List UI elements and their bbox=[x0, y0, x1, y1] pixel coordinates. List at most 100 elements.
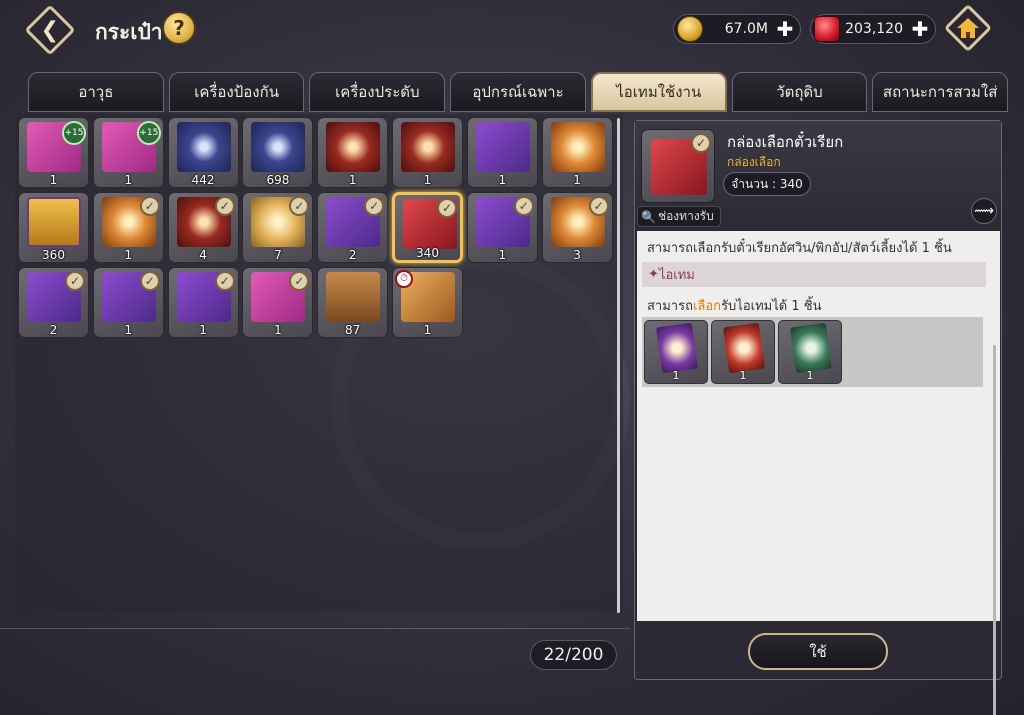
check-icon: ✓ bbox=[65, 271, 85, 291]
inventory-item[interactable]: ✓ 1 bbox=[92, 267, 164, 338]
inventory-item[interactable]: ✓ 2 bbox=[317, 192, 389, 263]
back-frame: ❮ bbox=[24, 4, 76, 56]
gold-value: 67.0M bbox=[724, 21, 768, 37]
inventory-item[interactable]: 1 bbox=[466, 117, 538, 188]
inventory-item[interactable]: 360 bbox=[18, 192, 89, 263]
inventory-item[interactable]: 87 bbox=[317, 267, 389, 338]
section-label: ไอเทม bbox=[658, 268, 695, 283]
inventory-item[interactable]: ✓ 1 bbox=[167, 267, 239, 338]
inventory-item[interactable]: 1 bbox=[541, 117, 613, 188]
category-tabs: อาวุธ เครื่องป้องกัน เครื่องประดับ อุปกร… bbox=[28, 72, 1009, 112]
item-count: 1 bbox=[49, 173, 58, 187]
inventory-item[interactable]: +15 1 bbox=[18, 117, 89, 188]
tab-materials[interactable]: วัตถุดิบ bbox=[731, 72, 868, 112]
tab-weapons[interactable]: อาวุธ bbox=[28, 72, 164, 112]
inventory-item[interactable]: +15 1 bbox=[92, 117, 164, 188]
obtain-route-button[interactable]: 🔍 ช่องทางรับ bbox=[637, 206, 721, 227]
reward-options: 1 1 1 bbox=[642, 317, 983, 387]
inventory-item[interactable]: ✓ 2 bbox=[18, 267, 89, 338]
choose-highlight: เลือก bbox=[692, 299, 722, 314]
choose-prefix: สามารถ bbox=[647, 299, 693, 314]
inventory-item[interactable]: ⏱ 1 bbox=[392, 267, 463, 338]
add-gold-button[interactable]: ✚ bbox=[774, 17, 796, 41]
use-button[interactable]: ใช้ bbox=[748, 633, 888, 670]
reward-count: 1 bbox=[739, 369, 747, 382]
card-green-icon bbox=[789, 322, 833, 374]
check-icon: ✓ bbox=[214, 196, 235, 216]
gold-coin-icon bbox=[677, 16, 703, 42]
detail-description: สามารถเลือกรับตั๋วเรียกอัศวิน/พิกอัป/สัต… bbox=[647, 241, 952, 256]
choose-instruction: สามารถเลือกรับไอเทมได้ 1 ชิ้น bbox=[647, 295, 821, 316]
tab-accessories[interactable]: เครื่องประดับ bbox=[309, 72, 446, 112]
tab-exclusive-gear[interactable]: อุปกรณ์เฉพาะ bbox=[450, 72, 586, 112]
detail-item-type: กล่องเลือก bbox=[727, 155, 781, 169]
item-count: 3 bbox=[573, 248, 581, 262]
check-icon: ✓ bbox=[139, 271, 160, 291]
card-red-icon bbox=[722, 322, 766, 374]
help-button[interactable]: ? bbox=[162, 11, 196, 45]
check-icon: ✓ bbox=[139, 196, 160, 216]
grid-scrollbar[interactable] bbox=[617, 118, 620, 613]
inventory-item[interactable]: 698 bbox=[242, 117, 314, 188]
tab-consumables[interactable]: ไอเทมใช้งาน bbox=[590, 72, 727, 112]
redcard-icon bbox=[401, 122, 455, 172]
woodchest-icon bbox=[326, 272, 381, 322]
home-button[interactable] bbox=[943, 3, 993, 53]
detail-item-name: กล่องเลือกตั๋วเรียก bbox=[727, 133, 844, 151]
check-icon: ✓ bbox=[588, 196, 609, 216]
item-count: 2 bbox=[348, 248, 357, 262]
item-count: 1 bbox=[199, 323, 207, 337]
choose-suffix: รับไอเทมได้ 1 ชิ้น bbox=[721, 299, 822, 314]
item-count: 4 bbox=[199, 248, 207, 262]
bluecard-icon bbox=[176, 122, 231, 172]
item-count: 1 bbox=[274, 323, 282, 337]
item-count: 442 bbox=[191, 173, 215, 187]
inventory-item[interactable]: 1 bbox=[392, 117, 463, 188]
red-gem-icon bbox=[814, 16, 840, 42]
gem-currency: 203,120 ✚ bbox=[810, 14, 936, 44]
home-frame bbox=[943, 3, 993, 53]
gold-currency: 67.0M ✚ bbox=[673, 14, 801, 44]
share-button[interactable]: ⟿ bbox=[971, 198, 997, 224]
reward-item[interactable]: 1 bbox=[644, 320, 708, 384]
purplebox-icon bbox=[475, 122, 530, 172]
gem-value: 203,120 bbox=[845, 21, 903, 37]
detail-body: สามารถเลือกรับตั๋วเรียกอัศวิน/พิกอัป/สัต… bbox=[637, 231, 1000, 715]
detail-header: ✓ กล่องเลือกตั๋วเรียก กล่องเลือก จำนวน :… bbox=[635, 121, 1001, 229]
divider bbox=[0, 628, 630, 629]
section-header-items: ✦ ไอเทม bbox=[642, 262, 986, 287]
obtain-route-label: ช่องทางรับ bbox=[657, 209, 714, 223]
inventory-item[interactable]: ✓ 1 bbox=[466, 192, 538, 263]
check-icon: ✓ bbox=[513, 196, 534, 216]
back-arrow-icon: ❮ bbox=[40, 17, 60, 43]
inventory-item[interactable]: ✓ 1 bbox=[242, 267, 314, 338]
detail-scrollbar[interactable] bbox=[993, 345, 996, 715]
share-icon: ⟿ bbox=[973, 203, 995, 219]
item-count: 1 bbox=[124, 173, 133, 187]
inventory-item[interactable]: 1 bbox=[317, 117, 389, 188]
orangecard-icon bbox=[550, 122, 605, 172]
inventory-item[interactable]: ✓ 4 bbox=[167, 192, 239, 263]
tab-armor[interactable]: เครื่องป้องกัน bbox=[168, 72, 305, 112]
inventory-item[interactable]: ✓ 1 bbox=[92, 192, 164, 263]
add-gem-button[interactable]: ✚ bbox=[909, 17, 931, 41]
inventory-item[interactable]: 442 bbox=[167, 117, 239, 188]
item-count: 1 bbox=[573, 173, 581, 187]
reward-item[interactable]: 1 bbox=[778, 320, 842, 384]
inventory-item[interactable]: ✓ 3 bbox=[541, 192, 613, 263]
check-icon: ✓ bbox=[437, 198, 457, 218]
redcard-icon bbox=[326, 122, 381, 172]
tab-equip-status[interactable]: สถานะการสวมใส่ bbox=[872, 72, 1009, 112]
back-button[interactable]: ❮ bbox=[22, 4, 78, 56]
item-count: 1 bbox=[124, 248, 133, 262]
reward-count: 1 bbox=[672, 369, 680, 382]
item-count: 1 bbox=[423, 323, 432, 337]
item-count: 87 bbox=[345, 323, 361, 337]
reward-item[interactable]: 1 bbox=[711, 320, 775, 384]
item-detail-panel: ✓ กล่องเลือกตั๋วเรียก กล่องเลือก จำนวน :… bbox=[634, 120, 1002, 715]
inventory-item[interactable]: ✓ 7 bbox=[242, 192, 314, 263]
sparkle-icon: ✦ bbox=[648, 267, 659, 282]
inventory-item[interactable]: ✓ 340 bbox=[392, 192, 463, 263]
item-count: 360 bbox=[42, 248, 65, 262]
check-icon: ✓ bbox=[364, 196, 385, 216]
